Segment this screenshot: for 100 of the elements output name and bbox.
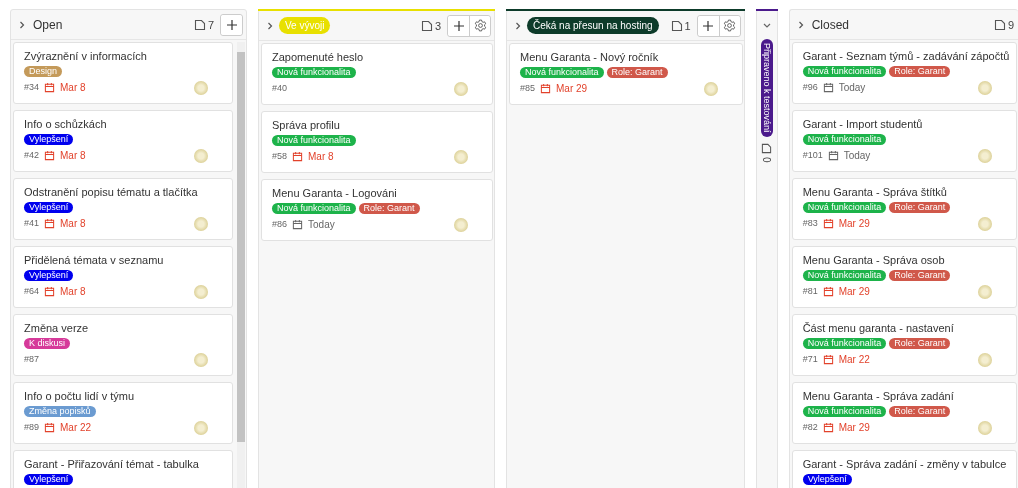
avatar[interactable] bbox=[454, 218, 468, 232]
issue-number: #89 bbox=[24, 422, 40, 432]
column-label: Připraveno k testování bbox=[760, 39, 773, 137]
task-card[interactable]: Správa profilu Nová funkcionalita #58 Mar 8 bbox=[261, 111, 493, 173]
task-card[interactable]: Menu Garanta - Nový ročník Nová funkcionalita Role: Garant #85 Mar 29 bbox=[509, 43, 743, 105]
card-title: Změna verze bbox=[24, 322, 90, 335]
avatar[interactable] bbox=[978, 149, 992, 163]
avatar[interactable] bbox=[454, 82, 468, 96]
settings-button[interactable] bbox=[469, 15, 490, 36]
due-date: Mar 8 bbox=[60, 81, 86, 93]
avatar[interactable] bbox=[194, 217, 208, 231]
task-card[interactable]: Změna verze K diskusi #87 bbox=[13, 314, 233, 376]
scrollbar[interactable] bbox=[237, 42, 245, 488]
task-card[interactable]: Menu Garanta - Logováni Nová funkcionalita Role: Garant #86 Today bbox=[261, 179, 493, 241]
issue-number: #82 bbox=[802, 422, 818, 432]
due-date: Today bbox=[838, 81, 866, 93]
card-count: 7 bbox=[207, 18, 214, 31]
tag: Nová funkcionalita bbox=[802, 202, 887, 213]
task-card[interactable]: Menu Garanta - Správa osob Nová funkcionalita Role: Garant #81 Mar 29 bbox=[791, 246, 1017, 308]
due-date: Mar 29 bbox=[838, 285, 870, 297]
card-count-icon bbox=[761, 142, 773, 154]
due-date: Mar 29 bbox=[556, 82, 588, 94]
issue-number: #34 bbox=[24, 82, 40, 92]
task-card[interactable]: Část menu garanta - nastavení Nová funkcionalita Role: Garant #71 Mar 22 bbox=[791, 314, 1017, 376]
card-title: Správa profilu bbox=[272, 119, 341, 132]
settings-icon bbox=[723, 19, 737, 32]
card-count: 9 bbox=[1007, 18, 1014, 31]
avatar[interactable] bbox=[194, 353, 208, 367]
card-title: Zvýraznění v informacích bbox=[24, 50, 148, 63]
task-card[interactable]: Garant - Přiřazování témat - tabulka Vylepšení bbox=[13, 450, 233, 488]
avatar[interactable] bbox=[194, 149, 208, 163]
avatar[interactable] bbox=[194, 81, 208, 95]
avatar[interactable] bbox=[703, 82, 718, 96]
add-button[interactable] bbox=[221, 14, 242, 35]
task-card[interactable]: Info o počtu lidí v týmu Změna popisků #89 Mar 22 bbox=[13, 382, 233, 444]
issue-number: #40 bbox=[272, 83, 288, 93]
task-card[interactable]: Garant - Import studentů Nová funkcionalita #101 Today bbox=[791, 110, 1017, 172]
tag: Nová funkcionalita bbox=[520, 67, 604, 78]
avatar[interactable] bbox=[194, 285, 208, 299]
avatar[interactable] bbox=[194, 421, 208, 435]
issue-number: #41 bbox=[24, 218, 40, 228]
task-card[interactable]: Menu Garanta - Správa zadání Nová funkcionalita Role: Garant #82 Mar 29 bbox=[791, 382, 1017, 444]
task-card[interactable]: Zvýraznění v informacích Design #34 Mar 8 bbox=[13, 42, 233, 104]
avatar[interactable] bbox=[978, 353, 992, 367]
task-card[interactable]: Zapomenuté heslo Nová funkcionalita #40 bbox=[261, 43, 493, 105]
card-title: Garant - Správa zadání - změny v tabulce bbox=[802, 458, 1006, 471]
issue-number: #86 bbox=[272, 219, 288, 229]
card-title: Menu Garanta - Logováni bbox=[272, 187, 398, 200]
avatar[interactable] bbox=[978, 217, 992, 231]
tag: Role: Garant bbox=[358, 203, 420, 214]
issue-number: #64 bbox=[24, 286, 40, 296]
due-date: Mar 29 bbox=[838, 421, 870, 433]
tag: Role: Garant bbox=[606, 67, 668, 78]
card-count-icon bbox=[193, 18, 206, 31]
card-title: Info o počtu lidí v týmu bbox=[24, 390, 136, 403]
task-card[interactable]: Info o schůzkách Vylepšení #42 Mar 8 bbox=[13, 110, 233, 172]
tag: Změna popisků bbox=[24, 406, 96, 417]
task-card[interactable]: Garant - Správa zadání - změny v tabulce Vylepšení bbox=[791, 450, 1017, 488]
card-count-icon bbox=[670, 19, 683, 32]
card-count: 0 bbox=[761, 156, 773, 163]
task-card[interactable]: Menu Garanta - Správa štítků Nová funkcionalita Role: Garant #83 Mar 29 bbox=[791, 178, 1017, 240]
issue-number: #83 bbox=[802, 218, 818, 228]
card-count-icon bbox=[420, 19, 433, 32]
due-date: Mar 22 bbox=[60, 421, 92, 433]
card-title: Menu Garanta - Nový ročník bbox=[520, 51, 660, 64]
avatar[interactable] bbox=[978, 421, 992, 435]
card-count-icon bbox=[993, 18, 1006, 31]
due-date: Mar 8 bbox=[60, 149, 86, 161]
avatar[interactable] bbox=[454, 150, 468, 164]
chevron-right-icon[interactable] bbox=[797, 20, 804, 29]
tag: Role: Garant bbox=[889, 66, 951, 77]
chevron-right-icon[interactable] bbox=[515, 21, 521, 30]
tag: Nová funkcionalita bbox=[802, 66, 887, 77]
chevron-right-icon[interactable] bbox=[267, 21, 273, 30]
card-title: Odstranění popisu tématu a tlačítka bbox=[24, 186, 199, 199]
issue-number: #58 bbox=[272, 151, 288, 161]
task-card[interactable]: Garant - Seznam týmů - zadávání zápočtů Nová funkcionalita Role: Garant #96 Today bbox=[791, 42, 1017, 104]
due-date: Mar 8 bbox=[60, 285, 86, 297]
avatar[interactable] bbox=[978, 81, 992, 95]
card-title: Menu Garanta - Správa zadání bbox=[802, 390, 955, 403]
task-card[interactable]: Odstranění popisu tématu a tlačítka Vylepšení #41 Mar 8 bbox=[13, 178, 233, 240]
avatar[interactable] bbox=[978, 285, 992, 299]
tag: Nová funkcionalita bbox=[272, 203, 356, 214]
chevron-down-icon[interactable] bbox=[762, 23, 771, 29]
issue-number: #81 bbox=[802, 286, 818, 296]
column-title: Closed bbox=[811, 17, 849, 32]
card-count: 1 bbox=[684, 19, 691, 32]
due-date: Mar 29 bbox=[838, 217, 870, 229]
tag: Role: Garant bbox=[889, 406, 951, 417]
card-title: Přidělená témata v seznamu bbox=[24, 254, 165, 267]
issue-number: #87 bbox=[24, 354, 40, 364]
tag: Nová funkcionalita bbox=[802, 134, 887, 145]
chevron-right-icon[interactable] bbox=[19, 20, 25, 29]
tag: Nová funkcionalita bbox=[272, 67, 356, 78]
tag: Vylepšení bbox=[802, 474, 852, 485]
tag: Nová funkcionalita bbox=[802, 270, 887, 281]
settings-icon bbox=[473, 19, 487, 32]
tag: Role: Garant bbox=[889, 338, 951, 349]
settings-button[interactable] bbox=[718, 15, 740, 36]
task-card[interactable]: Přidělená témata v seznamu Vylepšení #64 Mar 8 bbox=[13, 246, 233, 308]
